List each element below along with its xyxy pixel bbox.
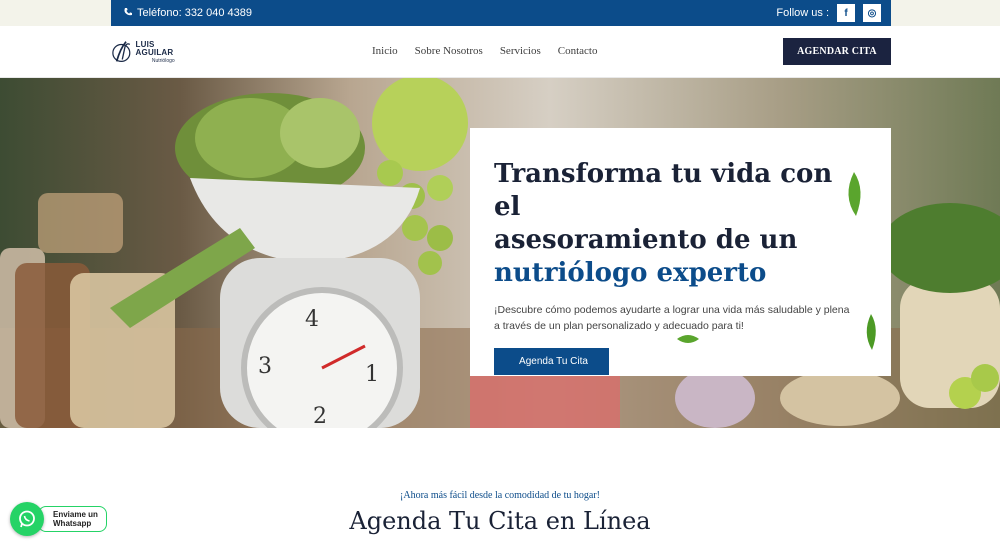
follow-label: Follow us :: [776, 7, 829, 19]
svg-text:4: 4: [305, 307, 319, 332]
social-links: Follow us : f ◎: [776, 4, 881, 22]
svg-text:3: 3: [258, 354, 272, 379]
agenda-tu-cita-button[interactable]: Agenda Tu Cita: [470, 128, 609, 375]
nav-item-contacto[interactable]: Contacto: [558, 45, 598, 57]
logo[interactable]: LUIS AGUILAR Nutriólogo: [111, 36, 191, 68]
topbar: Teléfono: 332 040 4389 Follow us : f ◎: [111, 0, 891, 26]
leaf-icon: [866, 314, 876, 350]
hero-section: 4 3 1 2 Transforma tu vida con el asesor…: [0, 78, 1000, 428]
nav-item-servicios[interactable]: Servicios: [500, 45, 541, 57]
agendar-cita-button[interactable]: AGENDAR CITA: [783, 38, 891, 65]
section-kicker: ¡Ahora más fácil desde la comodidad de t…: [400, 490, 600, 501]
nav-item-inicio[interactable]: Inicio: [372, 45, 398, 57]
logo-text: LUIS AGUILAR Nutriólogo: [135, 39, 191, 64]
leaf-icon: [677, 335, 699, 343]
phone-contact[interactable]: Teléfono: 332 040 4389: [123, 7, 252, 20]
whatsapp-icon[interactable]: [10, 502, 44, 536]
hero-description: ¡Descubre cómo podemos ayudarte a lograr…: [494, 304, 850, 332]
hero-title-line2: asesoramiento de un: [494, 225, 798, 255]
whatsapp-label-line2: Whatsapp: [53, 519, 92, 528]
hero-title-accent: nutriólogo experto: [494, 258, 767, 288]
section-title: Agenda Tu Cita en Línea: [349, 507, 651, 535]
logo-mark-icon: [112, 41, 131, 63]
site-header: LUIS AGUILAR Nutriólogo Inicio Sobre Nos…: [0, 26, 1000, 78]
hero-title: Transforma tu vida con el asesoramiento …: [494, 158, 867, 290]
logo-name: LUIS AGUILAR: [135, 39, 174, 57]
whatsapp-label[interactable]: Enviame un Whatsapp: [38, 506, 107, 532]
facebook-icon[interactable]: f: [837, 4, 855, 22]
hero-title-line1: Transforma tu vida con el: [494, 159, 833, 222]
nav-item-sobre-nosotros[interactable]: Sobre Nosotros: [415, 45, 483, 57]
whatsapp-widget[interactable]: Enviame un Whatsapp: [10, 502, 107, 536]
leaf-icon: [848, 172, 861, 216]
instagram-icon[interactable]: ◎: [863, 4, 881, 22]
svg-text:1: 1: [365, 362, 379, 387]
svg-text:2: 2: [313, 404, 327, 428]
hero-card: Transforma tu vida con el asesoramiento …: [470, 128, 891, 376]
whatsapp-label-line1: Enviame un: [53, 510, 98, 519]
phone-text: Teléfono: 332 040 4389: [137, 7, 252, 19]
logo-subtitle: Nutriólogo: [151, 57, 175, 64]
phone-icon: [123, 7, 133, 20]
agenda-tu-cita-label: Agenda Tu Cita: [519, 356, 588, 367]
main-nav: Inicio Sobre Nosotros Servicios Contacto: [372, 45, 597, 57]
